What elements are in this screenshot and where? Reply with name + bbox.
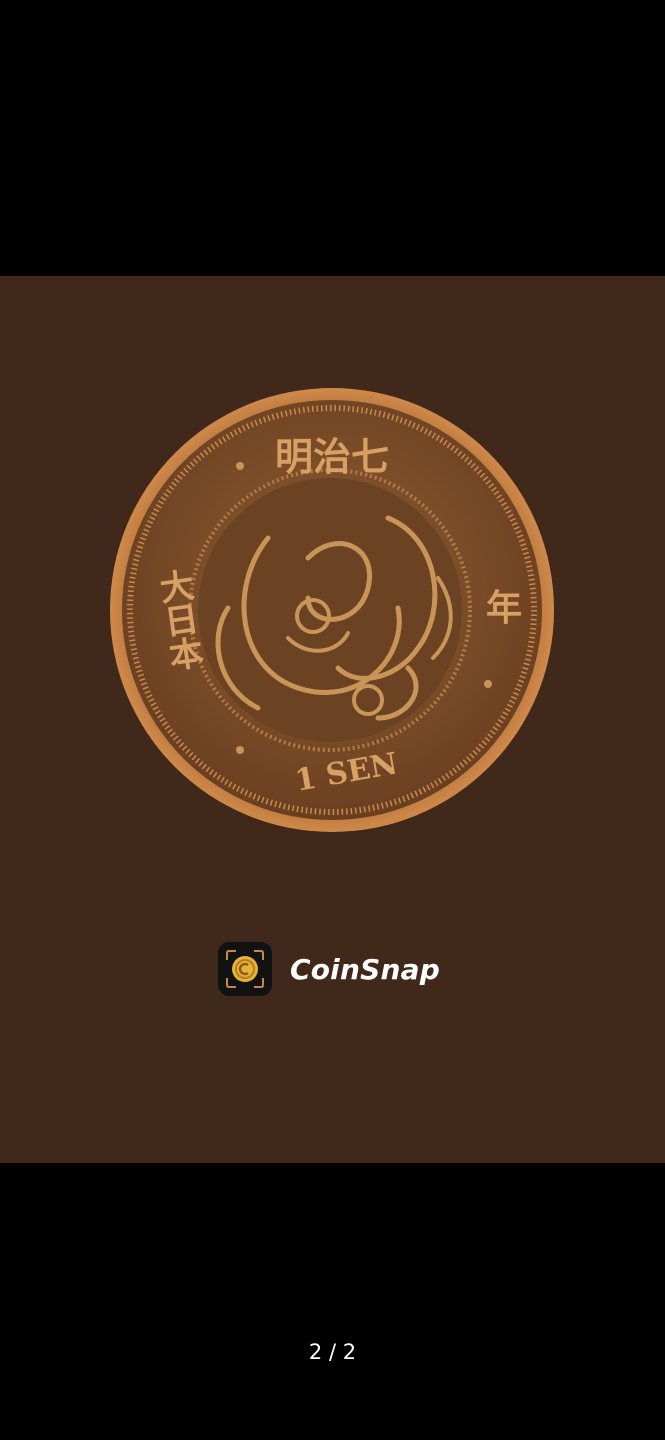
brand-watermark: CoinSnap [218, 942, 440, 996]
coin-photo[interactable]: 明治七 大日本 年 1 SEN CoinSnap [0, 276, 665, 1163]
page-counter: 2 / 2 [308, 1340, 357, 1364]
image-viewer[interactable]: 明治七 大日本 年 1 SEN CoinSnap 2 / 2 [0, 0, 665, 1440]
coin-legend-top: 明治七 [275, 435, 389, 479]
brand-name: CoinSnap [290, 952, 440, 986]
coin-legend-right: 年 [486, 588, 522, 629]
coin-image: 明治七 大日本 年 1 SEN [108, 388, 556, 836]
coinsnap-logo-icon [218, 942, 272, 996]
